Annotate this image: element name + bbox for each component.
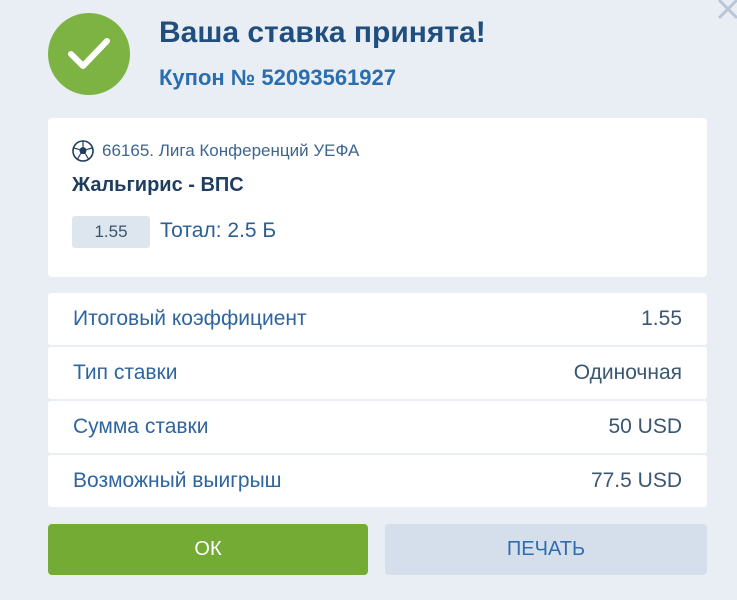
row-label: Итоговый коэффициент — [73, 307, 307, 330]
coupon-number: Купон № 52093561927 — [159, 65, 397, 90]
success-check-icon — [48, 13, 130, 95]
print-button[interactable]: ПЕЧАТЬ — [385, 524, 707, 575]
close-icon[interactable] — [713, 0, 737, 22]
total-odds-row: Итоговый коэффициент 1.55 — [48, 293, 707, 345]
bet-summary: Итоговый коэффициент 1.55 Тип ставки Оди… — [48, 293, 707, 509]
row-value: 1.55 — [641, 307, 682, 330]
soccer-ball-icon — [72, 140, 94, 162]
odds-badge: 1.55 — [72, 216, 150, 248]
league-name: 66165. Лига Конференций УЕФА — [102, 141, 360, 160]
possible-win-row: Возможный выигрыш 77.5 USD — [48, 455, 707, 507]
bet-selection: Тотал: 2.5 Б — [160, 219, 277, 242]
row-value: Одиночная — [573, 361, 682, 384]
ok-button[interactable]: ОК — [48, 524, 368, 575]
row-label: Сумма ставки — [73, 415, 209, 438]
stake-row: Сумма ставки 50 USD — [48, 401, 707, 453]
row-value: 77.5 USD — [590, 469, 682, 492]
row-label: Тип ставки — [73, 361, 178, 384]
row-label: Возможный выигрыш — [73, 469, 282, 492]
dialog-title: Ваша ставка принята! — [159, 16, 486, 49]
league-row: 66165. Лига Конференций УЕФА — [72, 140, 359, 162]
event-card: 66165. Лига Конференций УЕФА Жальгирис -… — [48, 118, 707, 277]
row-value: 50 USD — [608, 415, 682, 438]
match-name: Жальгирис - ВПС — [72, 174, 244, 196]
bet-type-row: Тип ставки Одиночная — [48, 347, 707, 399]
